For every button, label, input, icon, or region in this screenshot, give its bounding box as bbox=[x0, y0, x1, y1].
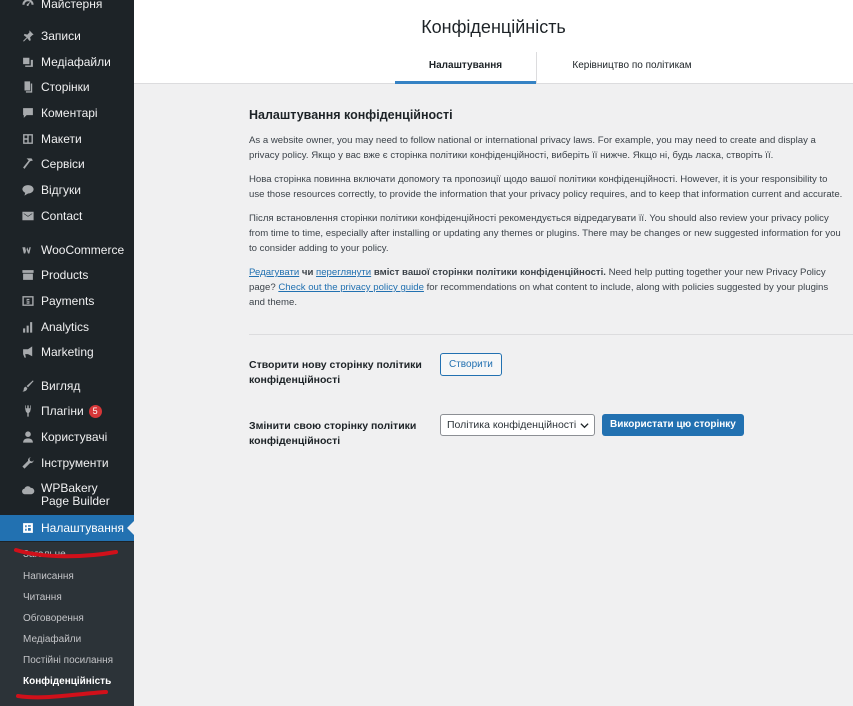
sidebar-item-payments[interactable]: Payments bbox=[0, 288, 134, 314]
comment-icon bbox=[21, 106, 35, 120]
sidebar-item-label: Налаштування bbox=[41, 521, 124, 535]
sidebar-item-label: WPBakery Page Builder bbox=[41, 481, 110, 508]
edit-view-paragraph: Редагувати чи переглянути вміст вашої ст… bbox=[249, 265, 845, 310]
cloud-icon bbox=[21, 483, 35, 497]
sidebar-item-tools[interactable]: Інструменти bbox=[0, 450, 134, 476]
sidebar-item-label: Записи bbox=[41, 29, 81, 43]
submenu-item-general[interactable]: Загальне bbox=[23, 549, 66, 560]
page-title: Конфіденційність bbox=[421, 17, 566, 37]
sidebar-item-label: Вигляд bbox=[41, 379, 81, 393]
select-value: Політика конфіденційності bbox=[447, 419, 577, 431]
settings-icon bbox=[21, 521, 35, 535]
sidebar-item-services[interactable]: Сервіси bbox=[0, 151, 134, 177]
sidebar-item-posts[interactable]: Записи bbox=[0, 23, 134, 49]
sidebar-item-settings[interactable]: Налаштування bbox=[0, 515, 134, 541]
sidebar-item-pages[interactable]: Сторінки bbox=[0, 74, 134, 100]
sidebar-item-woocommerce[interactable]: WooCommerce bbox=[0, 237, 134, 263]
chevron-down-icon bbox=[580, 423, 589, 429]
pin-icon bbox=[21, 29, 35, 43]
sidebar-item-dashboard[interactable]: Майстерня bbox=[0, 0, 134, 17]
submenu-item-privacy[interactable]: Конфіденційність bbox=[23, 676, 111, 687]
sidebar-item-label: Products bbox=[41, 268, 89, 282]
submenu-item-permalinks[interactable]: Постійні посилання bbox=[23, 655, 113, 666]
submenu-item-media[interactable]: Медіафайли bbox=[23, 634, 81, 645]
sidebar-item-label: Макети bbox=[41, 132, 82, 146]
sidebar-item-label: Відгуки bbox=[41, 183, 82, 197]
sidebar-item-label: Майстерня bbox=[41, 0, 103, 11]
active-menu-arrow bbox=[127, 521, 134, 535]
sidebar-item-label: Сторінки bbox=[41, 80, 90, 94]
payment-icon bbox=[21, 294, 35, 308]
view-policy-link[interactable]: переглянути bbox=[316, 267, 371, 278]
feedback-icon bbox=[21, 183, 35, 197]
sidebar-item-label: Payments bbox=[41, 294, 95, 308]
sidebar-item-marketing[interactable]: Marketing bbox=[0, 339, 134, 365]
dashboard-icon bbox=[21, 0, 35, 11]
megaphone-icon bbox=[21, 345, 35, 359]
or-text: чи bbox=[299, 267, 317, 278]
media-icon bbox=[21, 55, 35, 69]
sidebar-item-comments[interactable]: Коментарі bbox=[0, 100, 134, 126]
pages-icon bbox=[21, 80, 35, 94]
change-policy-label: Змінити свою сторінку політики конфіденц… bbox=[249, 420, 417, 447]
tab-settings[interactable]: Налаштування bbox=[395, 52, 536, 84]
sidebar-item-feedback[interactable]: Відгуки bbox=[0, 177, 134, 203]
sidebar-item-label: Analytics bbox=[41, 320, 90, 334]
mail-icon bbox=[21, 209, 35, 223]
help-paragraph: Нова сторінка повинна включати допомогу … bbox=[249, 174, 843, 200]
sidebar-item-label: Сервіси bbox=[41, 157, 85, 171]
sidebar-item-wpbakery[interactable]: WPBakery Page Builder bbox=[0, 482, 134, 510]
sidebar-item-media[interactable]: Медіафайли bbox=[0, 49, 134, 75]
use-page-button[interactable]: Використати цю сторінку bbox=[602, 414, 744, 436]
plugin-update-badge: 5 bbox=[88, 404, 102, 418]
submenu-item-reading[interactable]: Читання bbox=[23, 592, 62, 603]
page-header: Конфіденційність Налаштування Керівництв… bbox=[134, 0, 853, 84]
sidebar-item-label: Коментарі bbox=[41, 106, 98, 120]
hammer-icon bbox=[21, 157, 35, 171]
review-paragraph: Після встановлення сторінки політики кон… bbox=[249, 213, 841, 254]
woo-icon bbox=[21, 243, 35, 257]
sidebar-item-plugins[interactable]: Плагіни 5 bbox=[0, 398, 134, 424]
create-policy-label: Створити нову сторінку політики конфіден… bbox=[249, 359, 422, 386]
submenu-item-writing[interactable]: Написання bbox=[23, 571, 74, 582]
sidebar-item-label: Інструменти bbox=[41, 456, 109, 470]
sidebar-item-users[interactable]: Користувачі bbox=[0, 424, 134, 450]
sidebar-item-label: Contact bbox=[41, 209, 83, 223]
sidebar-item-label: Користувачі bbox=[41, 430, 108, 444]
sidebar-item-analytics[interactable]: Analytics bbox=[0, 314, 134, 340]
bar-chart-icon bbox=[21, 320, 35, 334]
section-heading: Налаштування конфіденційності bbox=[249, 108, 453, 122]
archive-icon bbox=[21, 268, 35, 282]
sidebar-item-label: Медіафайли bbox=[41, 55, 111, 69]
sidebar-item-layouts[interactable]: Макети bbox=[0, 126, 134, 152]
wrench-icon bbox=[21, 456, 35, 470]
tab-policy-guide[interactable]: Керівництво по політикам bbox=[537, 52, 727, 84]
sidebar-item-appearance[interactable]: Вигляд bbox=[0, 373, 134, 399]
privacy-settings-content: Налаштування конфіденційності As a websi… bbox=[249, 108, 845, 319]
sidebar-item-products[interactable]: Products bbox=[0, 262, 134, 288]
sidebar-item-contact[interactable]: Contact bbox=[0, 203, 134, 229]
sidebar-item-label: WooCommerce bbox=[41, 243, 125, 257]
layout-icon bbox=[21, 132, 35, 146]
sidebar-item-label: Плагіни bbox=[41, 404, 84, 418]
settings-submenu: Загальне Написання Читання Обговорення М… bbox=[0, 542, 134, 706]
privacy-guide-link[interactable]: Check out the privacy policy guide bbox=[278, 282, 424, 293]
intro-paragraph: As a website owner, you may need to foll… bbox=[249, 135, 816, 161]
plugin-icon bbox=[21, 404, 35, 418]
user-icon bbox=[21, 430, 35, 444]
brush-icon bbox=[21, 379, 35, 393]
submenu-item-discussion[interactable]: Обговорення bbox=[23, 613, 84, 624]
section-divider bbox=[249, 334, 853, 335]
policy-content-text: вміст вашої сторінки політики конфіденці… bbox=[371, 267, 606, 278]
create-button[interactable]: Створити bbox=[440, 353, 502, 376]
edit-policy-link[interactable]: Редагувати bbox=[249, 267, 299, 278]
policy-page-select[interactable]: Політика конфіденційності bbox=[440, 414, 595, 436]
sidebar-item-label: Marketing bbox=[41, 345, 94, 359]
admin-sidebar: Майстерня Записи Медіафайли Сторінки Ком… bbox=[0, 0, 134, 706]
